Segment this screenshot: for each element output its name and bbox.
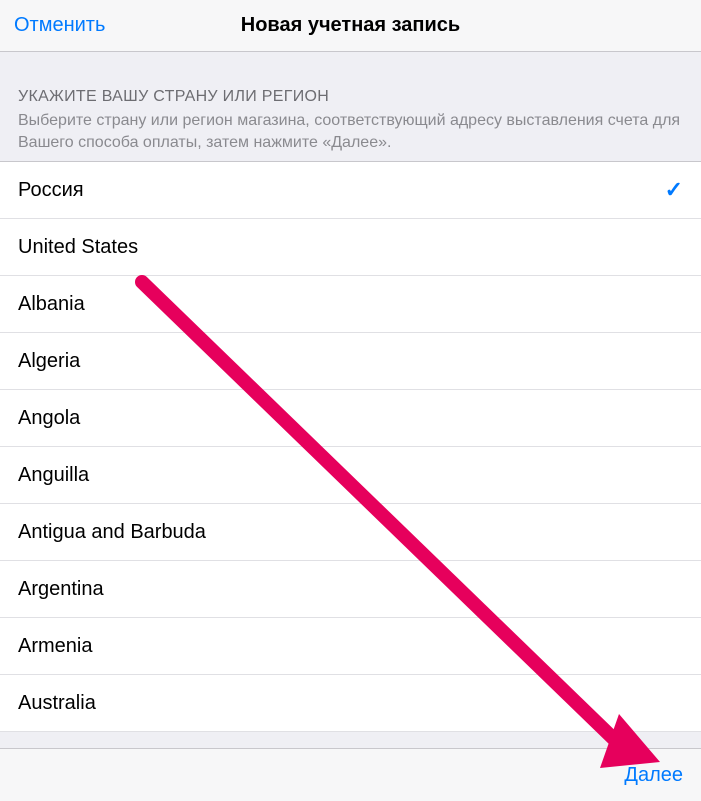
country-label: Algeria (18, 350, 80, 373)
country-label: Россия (18, 179, 84, 202)
country-list: Россия ✓ United States Albania Algeria Angola… (0, 161, 701, 732)
country-label: Antigua and Barbuda (18, 521, 206, 544)
country-row[interactable]: Anguilla (0, 447, 701, 504)
country-label: Albania (18, 293, 85, 316)
country-label: Anguilla (18, 464, 89, 487)
cancel-button[interactable]: Отменить (14, 14, 105, 37)
next-button[interactable]: Далее (624, 764, 683, 787)
country-label: Armenia (18, 635, 92, 658)
navbar: Отменить Новая учетная запись (0, 0, 701, 52)
section-description: Выберите страну или регион магазина, соо… (18, 110, 683, 153)
country-row[interactable]: Antigua and Barbuda (0, 504, 701, 561)
country-label: Australia (18, 692, 96, 715)
country-label: United States (18, 236, 138, 259)
country-row[interactable]: Россия ✓ (0, 162, 701, 219)
section-header: УКАЖИТЕ ВАШУ СТРАНУ ИЛИ РЕГИОН Выберите … (0, 52, 701, 161)
checkmark-icon: ✓ (665, 177, 683, 203)
country-label: Angola (18, 407, 80, 430)
country-row[interactable]: Angola (0, 390, 701, 447)
page-title: Новая учетная запись (241, 14, 460, 37)
country-row[interactable]: United States (0, 219, 701, 276)
country-row[interactable]: Argentina (0, 561, 701, 618)
country-row[interactable]: Algeria (0, 333, 701, 390)
country-row[interactable]: Armenia (0, 618, 701, 675)
section-title: УКАЖИТЕ ВАШУ СТРАНУ ИЛИ РЕГИОН (18, 88, 683, 106)
country-row[interactable]: Albania (0, 276, 701, 333)
country-row[interactable]: Australia (0, 675, 701, 732)
toolbar: Далее (0, 748, 701, 801)
country-label: Argentina (18, 578, 104, 601)
